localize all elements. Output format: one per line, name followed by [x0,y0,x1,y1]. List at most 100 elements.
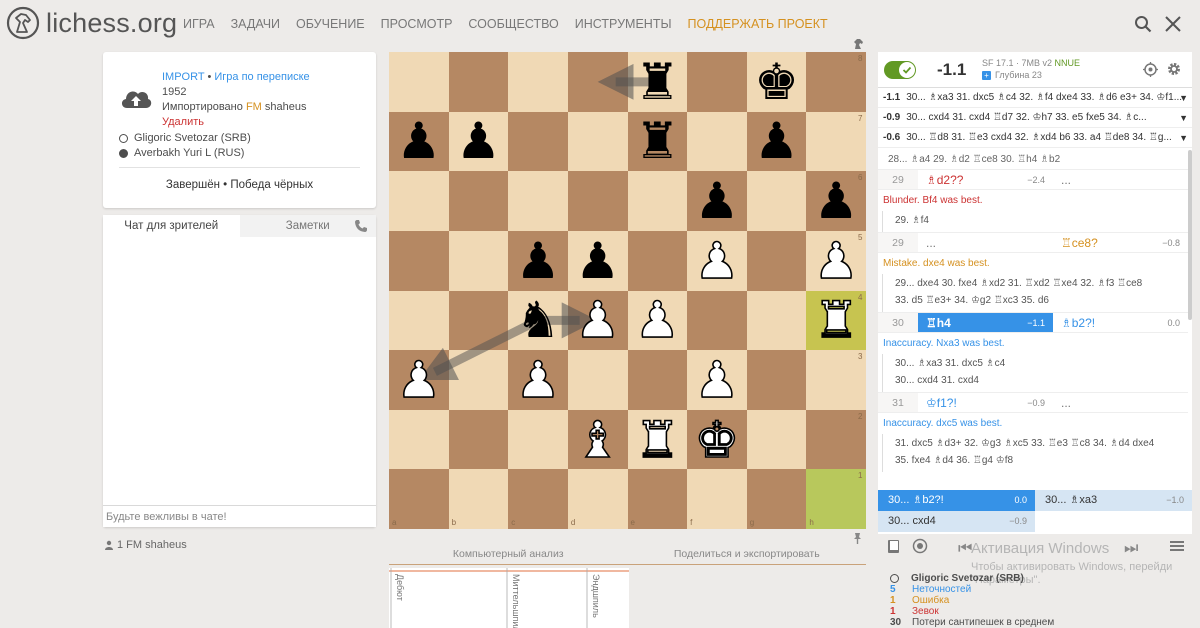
square-c7[interactable] [508,111,568,172]
square-d8[interactable] [567,52,628,112]
white-piece-c3[interactable]: ♟ [508,350,568,410]
white-piece-h4[interactable]: ♜ [806,291,866,351]
black-piece-b7[interactable]: ♟ [449,112,509,172]
square-g4[interactable] [746,290,807,351]
white-piece-f2[interactable]: ♚ [687,410,747,470]
pv-line-1[interactable]: -1.1 30... ♗xa3 31. dxc5 ♗c4 32. ♗f4 dxe4… [878,88,1192,108]
summary-player[interactable]: Gligoric Svetozar (SRB) [890,573,1054,584]
last-move-icon[interactable]: ⏭ [1124,538,1138,558]
square-b1[interactable] [448,469,509,529]
flip-board-icon[interactable] [852,37,865,50]
square-a6[interactable] [389,171,449,231]
chess-board[interactable]: abcdefgh87654321 ♜ ♚ ♟ ♟ ♜ ♟ ♟ ♟ ♟ ♟ ♟ ♟ ♞ ♟ ♟ ♜ ♟ ♟ ♟ ♝ ♜ ♚ [389,52,866,529]
variation-option[interactable]: 30... ♗b2?! 0.0 [878,490,1035,511]
expand-icon[interactable]: ▼ [1179,88,1188,107]
black-piece-g8[interactable]: ♚ [747,52,807,112]
black-piece-c5[interactable]: ♟ [508,231,568,291]
black-piece-e8[interactable]: ♜ [628,52,688,112]
summary-blunders[interactable]: 1 Зевок [890,606,1054,617]
square-d3[interactable] [567,350,628,410]
square-f8[interactable] [687,52,747,112]
import-link[interactable]: IMPORT [162,71,204,83]
black-piece-a7[interactable]: ♟ [389,112,449,172]
expand-icon[interactable]: ▼ [1179,108,1188,127]
square-d6[interactable] [567,171,628,231]
white-player[interactable]: Gligoric Svetozar (SRB) [119,131,251,146]
site-logo[interactable]: lichess.org [6,6,177,40]
expand-icon[interactable]: ▼ [1179,128,1188,147]
square-c2[interactable] [508,409,568,470]
white-piece-h5[interactable]: ♟ [806,231,866,291]
square-a5[interactable] [389,230,449,291]
square-c6[interactable] [508,171,568,231]
black-piece-h6[interactable]: ♟ [806,171,866,231]
variation[interactable]: 29. ♗f4 [882,211,1188,232]
square-c8[interactable] [508,52,568,112]
pin-icon[interactable] [852,532,863,545]
variation-option[interactable]: 30... ♗xa3 −1.0 [1035,490,1192,511]
square-a4[interactable] [389,290,449,351]
square-f7[interactable] [687,111,747,172]
move-black[interactable]: ... [1053,393,1188,412]
move-list-scrollbar[interactable] [1188,150,1192,320]
nav-tools[interactable]: ИНСТРУМЕНТЫ [575,17,672,31]
square-c1[interactable] [508,469,568,529]
game-type-link[interactable]: Игра по переписке [214,71,309,83]
chat-input[interactable]: Будьте вежливы в чате! [103,505,376,527]
white-piece-d4[interactable]: ♟ [568,291,628,351]
phone-icon[interactable] [354,219,368,233]
close-icon[interactable] [1164,15,1182,33]
square-b8[interactable] [448,52,509,112]
delete-link[interactable]: Удалить [162,115,310,130]
variation[interactable]: 30... ♗xa3 31. dxc5 ♗c4 30... cxd4 31. c… [882,354,1188,392]
square-g1[interactable] [746,469,807,529]
target-menu-icon[interactable] [912,538,928,559]
square-g3[interactable] [746,350,807,410]
nav-play[interactable]: ИГРА [183,17,215,31]
white-piece-e4[interactable]: ♟ [628,291,688,351]
pv-line-3[interactable]: -0.6 30... ♖d8 31. ♖e3 cxd4 32. ♗xd4 b6 3… [878,128,1192,148]
variation[interactable]: 31. dxc5 ♗d3+ 32. ♔g3 ♗xc5 33. ♖e3 ♖c8 3… [882,434,1188,472]
white-piece-d2[interactable]: ♝ [568,410,628,470]
engine-toggle[interactable] [884,60,916,79]
square-f1[interactable] [687,469,747,529]
nav-learn[interactable]: ОБУЧЕНИЕ [296,17,365,31]
nav-watch[interactable]: ПРОСМОТР [381,17,453,31]
variation-option[interactable]: 30... cxd4 −0.9 [878,511,1035,532]
move-white[interactable]: ♗d2?? −2.4 [918,170,1053,189]
black-player[interactable]: Averbakh Yuri L (RUS) [119,146,251,161]
pv-line-2[interactable]: -0.9 30... cxd4 31. cxd4 ♖d7 32. ♔h7 33. … [878,108,1192,128]
plus-icon[interactable]: + [982,70,991,80]
variation[interactable]: 29... dxe4 30. fxe4 ♗xd2 31. ♖xd2 ♖xe4 3… [882,274,1188,312]
move-black[interactable]: ♖ce8? −0.8 [1053,233,1188,252]
gear-icon[interactable] [1166,61,1182,77]
nav-puzzles[interactable]: ЗАДАЧИ [231,17,280,31]
white-piece-e2[interactable]: ♜ [628,410,688,470]
white-piece-f5[interactable]: ♟ [687,231,747,291]
square-e6[interactable] [627,171,688,231]
nav-donate[interactable]: ПОДДЕРЖАТЬ ПРОЕКТ [688,17,828,31]
square-g5[interactable] [746,230,807,291]
imported-user[interactable]: shaheus [265,101,307,113]
square-b4[interactable] [448,290,509,351]
black-piece-g7[interactable]: ♟ [747,112,807,172]
black-piece-f6[interactable]: ♟ [687,171,747,231]
tab-computer-analysis[interactable]: Компьютерный анализ [389,548,628,564]
square-b5[interactable] [448,230,509,291]
square-b2[interactable] [448,409,509,470]
previous-moves[interactable]: 28... ♗a4 29. ♗d2 ♖ce8 30. ♖h4 ♗b2 [878,150,1188,169]
square-g6[interactable] [746,171,807,231]
search-icon[interactable] [1134,15,1152,33]
square-e3[interactable] [627,350,688,410]
square-d7[interactable] [567,111,628,172]
advantage-chart[interactable]: Дебют Миттельшпиль Эндшпиль [389,568,629,628]
square-e1[interactable] [627,469,688,529]
square-b3[interactable] [448,350,509,410]
square-d1[interactable] [567,469,628,529]
black-piece-c4[interactable]: ♞ [508,291,568,351]
summary-mistakes[interactable]: 1 Ошибка [890,595,1054,606]
move-white[interactable]: ... [918,233,1053,252]
black-piece-d5[interactable]: ♟ [568,231,628,291]
square-a1[interactable] [389,469,449,529]
move-black[interactable]: ♗b2?! 0.0 [1053,313,1188,332]
